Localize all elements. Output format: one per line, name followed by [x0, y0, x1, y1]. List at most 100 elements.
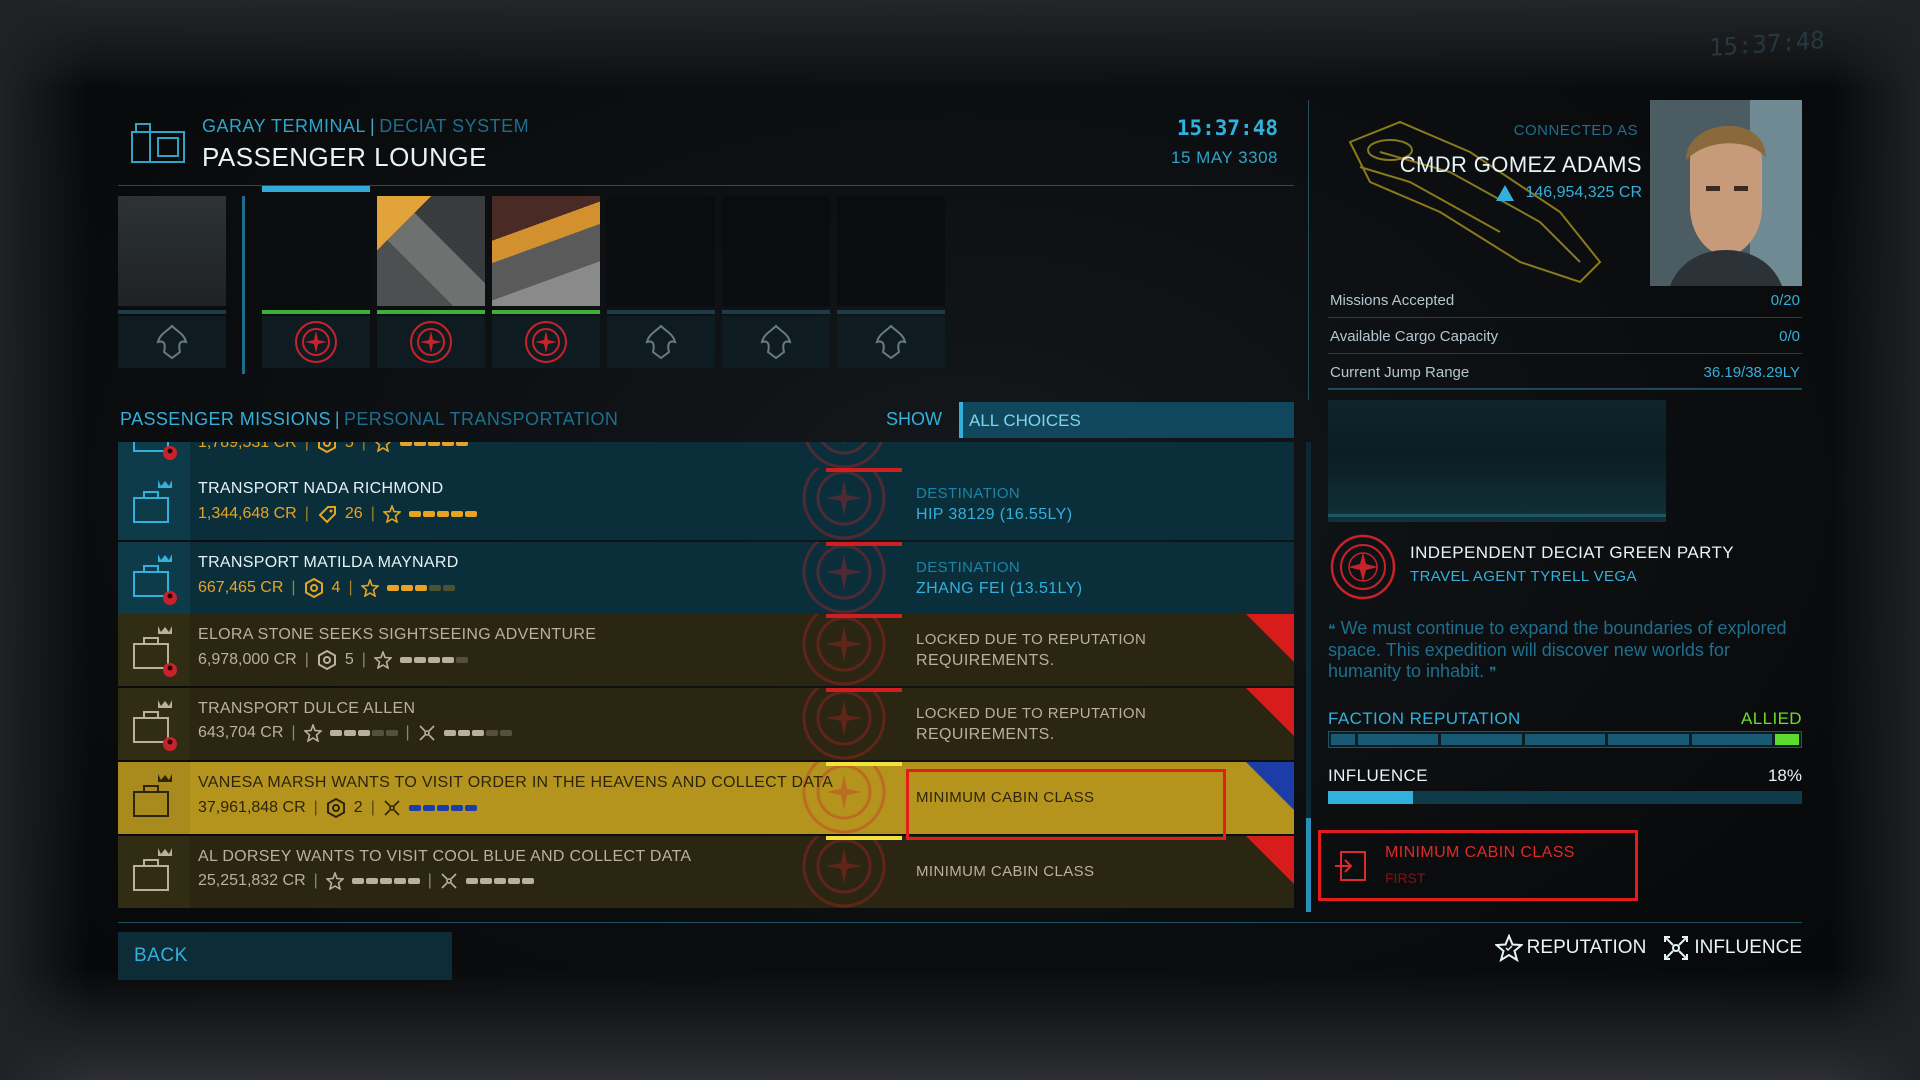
mission-row[interactable]: VANESA MARSH WANTS TO VISIT ORDER IN THE…: [118, 762, 1294, 834]
mission-detail-label: MINIMUM CABIN CLASS: [916, 789, 1095, 806]
mission-row[interactable]: TRANSPORT MATILDA MAYNARD 667,465 CR | 4 | DE…: [118, 542, 1294, 614]
passenger-hex-icon: [326, 798, 345, 818]
empire-eagle-icon: [156, 324, 188, 360]
pip: [422, 511, 435, 517]
mission-row[interactable]: 1,789,531 CR | 5 | HIP 38129 (16.55LY): [118, 442, 1294, 469]
mission-stat-value: 5: [344, 651, 354, 668]
pip: [455, 442, 468, 446]
passenger-lounge-icon: [131, 123, 185, 163]
tile-bar: [118, 310, 226, 314]
faction-reputation-value: ALLIED: [1741, 709, 1802, 728]
mission-title: VANESA MARSH WANTS TO VISIT ORDER IN THE…: [198, 774, 834, 791]
pip: [441, 442, 454, 446]
mission-reward: 6,978,000 CR: [198, 651, 297, 668]
mission-row[interactable]: TRANSPORT DULCE ALLEN 643,704 CR | | LOCKED …: [118, 688, 1294, 760]
reputation-segment: [1608, 734, 1689, 745]
reputation-pips: [408, 511, 477, 517]
pip: [371, 730, 384, 736]
mission-meta: 37,961,848 CR | 2 |: [198, 798, 477, 818]
quote-open-icon: ❝: [1328, 621, 1336, 637]
pip: [365, 878, 378, 884]
pip: [507, 878, 520, 884]
mission-type-icon-box: [118, 542, 190, 614]
pip: [413, 657, 426, 663]
requirement-value: FIRST: [1385, 870, 1426, 886]
tile-2[interactable]: [377, 192, 485, 376]
row-tick: [826, 468, 902, 472]
mission-row[interactable]: AL DORSEY WANTS TO VISIT COOL BLUE AND C…: [118, 836, 1294, 908]
passenger-briefcase-icon: [133, 626, 177, 677]
list-title-sub: PERSONAL TRANSPORTATION: [344, 409, 619, 429]
reputation-pips: [399, 657, 468, 663]
legend: REPUTATION INFLUENCE: [1494, 934, 1802, 962]
show-label: SHOW: [886, 409, 942, 429]
tile-footer: [118, 316, 226, 368]
clock-date: 15 MAY 3308: [1171, 148, 1278, 167]
quote-close-icon: ❞: [1489, 664, 1497, 680]
tile-0[interactable]: [118, 192, 226, 376]
passenger-briefcase-icon: [133, 554, 177, 605]
mission-reward: 667,465 CR: [198, 579, 284, 596]
reputation-star-icon: [382, 505, 401, 523]
pip: [386, 585, 399, 591]
mission-list-header: PASSENGER MISSIONS | PERSONAL TRANSPORTATI…: [118, 402, 1294, 438]
reputation-pips: [399, 442, 468, 446]
faction-watermark-icon: [790, 468, 898, 540]
tile-image: [377, 196, 485, 306]
influence-value: 18%: [1767, 766, 1802, 785]
tile-3[interactable]: [492, 192, 600, 376]
mission-meta: 643,704 CR | |: [198, 724, 512, 742]
ship-outline-icon: [1348, 120, 1602, 284]
pip: [408, 805, 421, 811]
pip: [428, 585, 441, 591]
passenger-briefcase-icon: [133, 480, 172, 523]
tile-4[interactable]: [607, 192, 715, 376]
row-tick: [826, 836, 902, 840]
tile-image: [722, 196, 830, 306]
row-tick: [826, 614, 902, 618]
reputation-pips: [386, 585, 455, 591]
tile-footer: [262, 316, 370, 368]
preview-streak: [1328, 514, 1666, 517]
tile-bar: [492, 310, 600, 314]
mission-list: 1,789,531 CR|5|HIP 38129 (16.55LY)TRANSP…: [118, 442, 1294, 912]
faction-reputation-label: FACTION REPUTATION: [1328, 709, 1521, 728]
mission-title: TRANSPORT MATILDA MAYNARD: [198, 554, 459, 571]
mission-stat-value: 4: [331, 579, 341, 596]
tile-1[interactable]: [262, 186, 370, 376]
meta-separator: |: [304, 651, 309, 668]
tile-footer: [377, 316, 485, 368]
pip: [427, 442, 440, 446]
reputation-segment: [1691, 734, 1772, 745]
list-title-main: PASSENGER MISSIONS: [120, 409, 331, 429]
mission-preview-image: [1328, 400, 1666, 522]
tile-bar: [607, 310, 715, 314]
pip: [407, 878, 420, 884]
mission-type-icon-box: [118, 836, 190, 908]
commander-name: CMDR GOMEZ ADAMS: [1399, 152, 1642, 177]
tile-image: [607, 196, 715, 306]
faction-watermark-icon: [790, 542, 898, 614]
stat-label: Current Jump Range: [1330, 364, 1470, 381]
back-button[interactable]: BACK: [118, 932, 452, 980]
mission-detail: HIP 38129 (16.55LY): [902, 442, 1294, 469]
reputation-star-icon: [1494, 934, 1523, 962]
faction-watermark: [805, 442, 883, 469]
mission-main: ELORA STONE SEEKS SIGHTSEEING ADVENTURE 6…: [190, 614, 902, 686]
mission-row[interactable]: TRANSPORT NADA RICHMOND 1,344,648 CR | 26 | D…: [118, 468, 1294, 540]
meta-separator: |: [361, 442, 366, 451]
mission-row[interactable]: ELORA STONE SEEKS SIGHTSEEING ADVENTURE 6…: [118, 614, 1294, 686]
mission-title: AL DORSEY WANTS TO VISIT COOL BLUE AND C…: [198, 848, 692, 865]
mission-main: 1,789,531 CR | 5 |: [190, 442, 902, 469]
right-panel-divider: [1308, 100, 1309, 400]
mission-title: ELORA STONE SEEKS SIGHTSEEING ADVENTURE: [198, 626, 597, 643]
right-panel-separator: [1328, 388, 1802, 389]
tile-6[interactable]: [837, 192, 945, 376]
filter-select[interactable]: ALL CHOICES: [959, 402, 1294, 438]
tile-selected-marker: [262, 186, 370, 192]
stat-label: Missions Accepted: [1330, 292, 1455, 309]
tile-bar: [262, 310, 370, 314]
tile-5[interactable]: [722, 192, 830, 376]
location-separator: |: [370, 116, 376, 136]
tile-image: [118, 196, 226, 306]
